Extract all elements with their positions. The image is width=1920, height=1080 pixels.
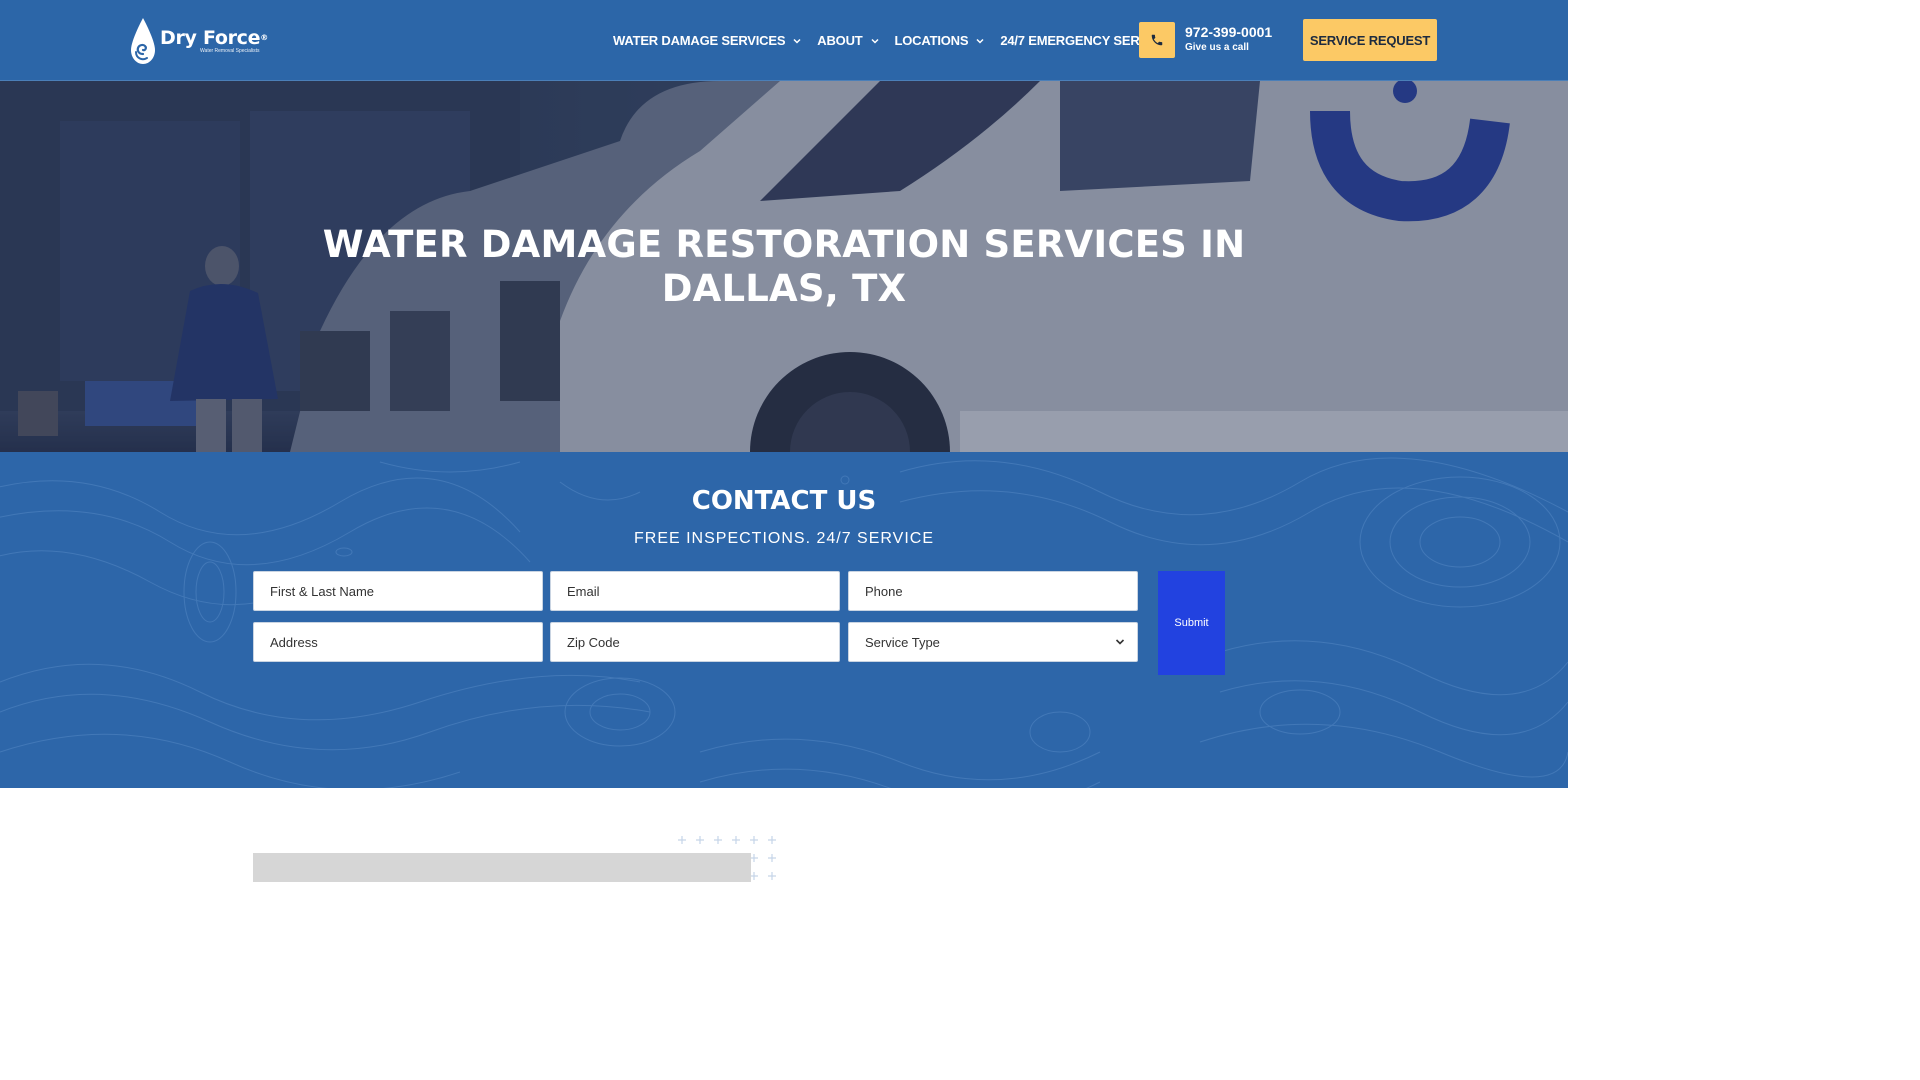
phone-subtext: Give us a call — [1185, 42, 1249, 53]
nav-about[interactable]: ABOUT — [817, 33, 879, 48]
dry-force-logo[interactable]: Dry Force® Water Removal Specialists — [128, 14, 268, 68]
service-type-select[interactable]: Service Type — [848, 622, 1138, 662]
nav-label: ABOUT — [817, 33, 863, 48]
service-request-button[interactable]: SERVICE REQUEST — [1303, 19, 1437, 61]
site-header: Dry Force® Water Removal Specialists WAT… — [0, 0, 1568, 81]
water-drop-logo-icon — [131, 18, 155, 64]
nav-locations[interactable]: LOCATIONS — [895, 33, 985, 48]
name-input[interactable] — [253, 571, 543, 611]
main-nav: WATER DAMAGE SERVICES ABOUT LOCATIONS 24… — [613, 0, 1185, 81]
hero-banner: WATER DAMAGE RESTORATION SERVICES IN DAL… — [0, 81, 1568, 452]
phone-number[interactable]: 972-399-0001 — [1185, 24, 1272, 41]
phone-contact[interactable]: 972-399-0001 Give us a call — [1185, 24, 1272, 54]
contact-title: CONTACT US — [691, 486, 877, 516]
logo-name: Dry Force® — [160, 27, 268, 49]
hero-title: WATER DAMAGE RESTORATION SERVICES IN DAL… — [322, 223, 1246, 310]
contact-subtitle: FREE INSPECTIONS. 24/7 SERVICE — [633, 530, 934, 547]
phone-button[interactable] — [1139, 22, 1175, 58]
image-placeholder — [253, 853, 751, 882]
chevron-down-icon — [1115, 639, 1125, 645]
nav-water-damage-services[interactable]: WATER DAMAGE SERVICES — [613, 33, 801, 48]
logo-tagline: Water Removal Specialists — [200, 48, 260, 54]
submit-button[interactable]: Submit — [1158, 571, 1225, 675]
next-section — [0, 788, 1568, 882]
phone-input[interactable] — [848, 571, 1138, 611]
nav-label: LOCATIONS — [894, 33, 969, 48]
service-type-value: Service Type — [865, 634, 940, 650]
chevron-down-icon — [870, 38, 879, 44]
phone-icon — [1151, 34, 1163, 46]
address-input[interactable] — [253, 622, 543, 662]
zip-code-input[interactable] — [550, 622, 840, 662]
chevron-down-icon — [976, 38, 984, 44]
chevron-down-icon — [793, 38, 801, 44]
nav-label: WATER DAMAGE SERVICES — [613, 33, 786, 48]
contact-section: CONTACT US FREE INSPECTIONS. 24/7 SERVIC… — [0, 452, 1568, 788]
email-input[interactable] — [550, 571, 840, 611]
